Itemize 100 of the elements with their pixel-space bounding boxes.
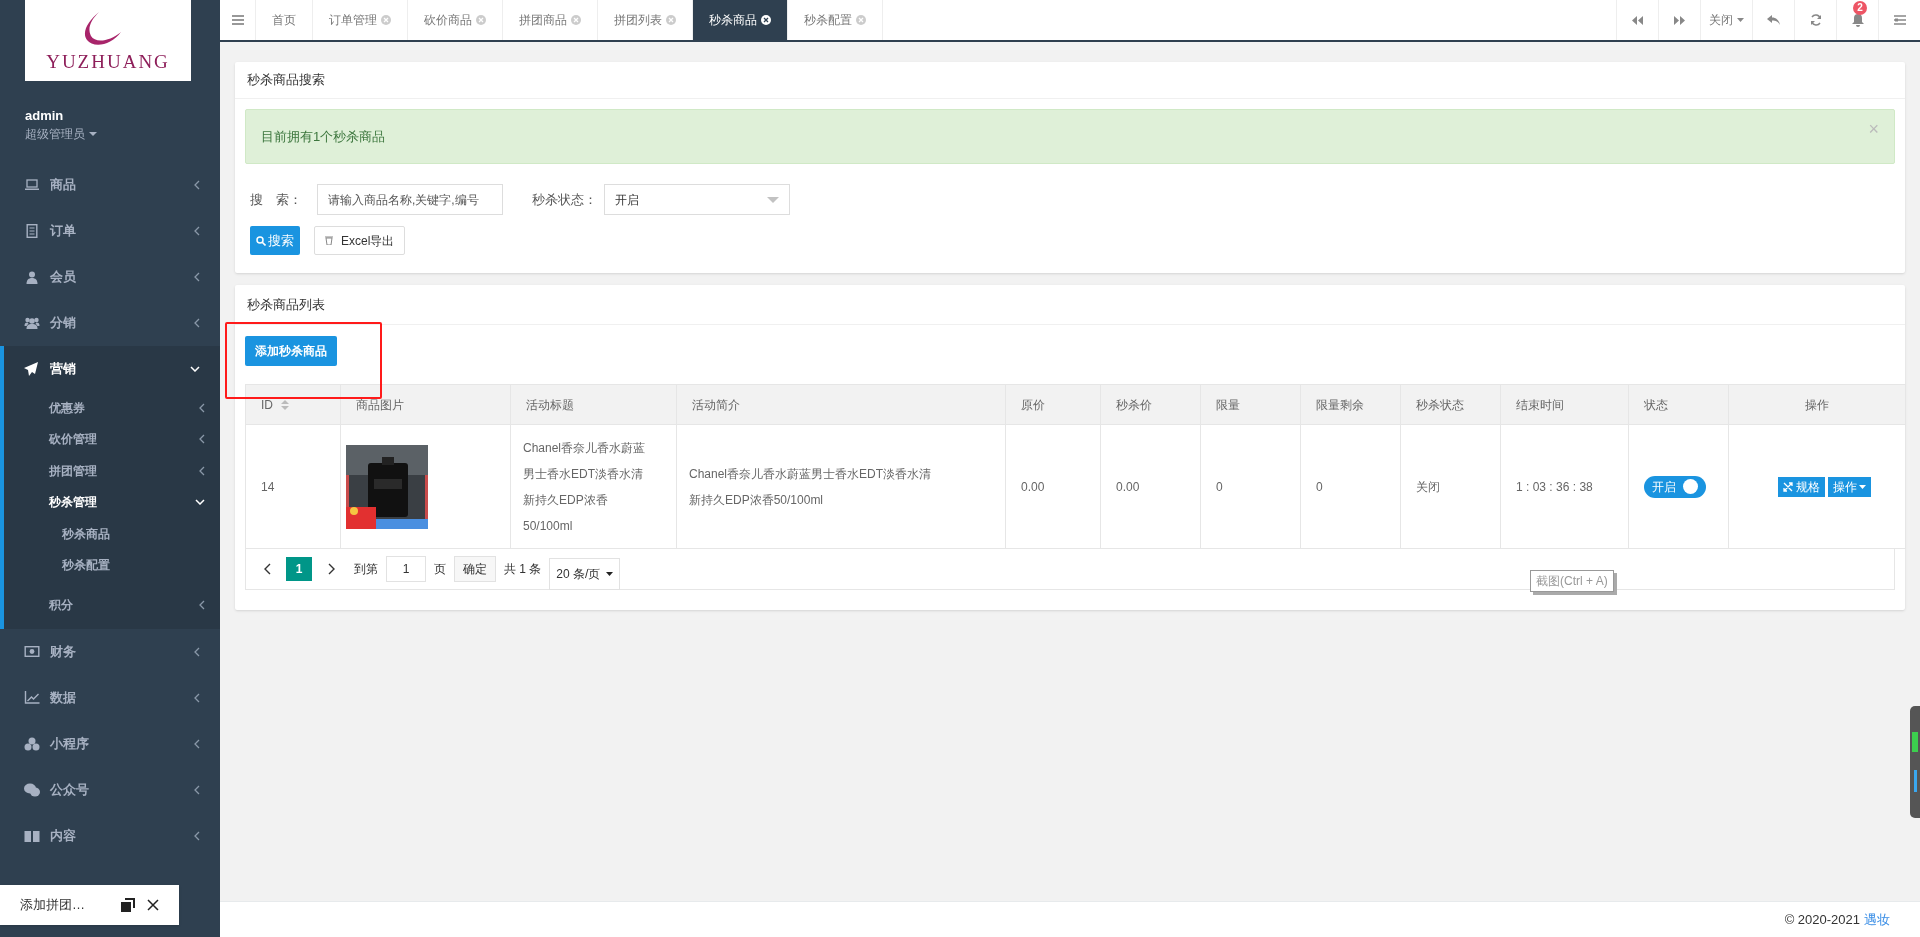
column-header: 活动简介 (676, 384, 1006, 425)
notification-button[interactable]: 2 (1836, 0, 1878, 40)
chevron-left-icon (194, 180, 200, 190)
logo-text: YUZHUANG (46, 52, 170, 71)
menu-item[interactable]: 数据 (0, 674, 220, 721)
toggle-switch[interactable]: 开启 (1644, 475, 1706, 498)
chevron-left-icon (194, 830, 200, 841)
column-header[interactable]: ID (245, 384, 341, 425)
table-cell: 关闭 (1416, 479, 1440, 494)
chevron-left-icon (199, 434, 205, 445)
page-unit: 页 (434, 561, 446, 578)
search-button[interactable]: 搜索 (250, 226, 300, 255)
role-dropdown[interactable]: 超级管理员 (25, 125, 97, 143)
shuffle-icon (1783, 481, 1793, 492)
line-chart-icon (24, 691, 40, 704)
confirm-button[interactable]: 确定 (454, 556, 496, 582)
restore-icon (121, 898, 135, 912)
search-field[interactable]: 请输入商品名称,关键字,编号 (317, 184, 503, 215)
table-cell: 14 (261, 479, 275, 494)
goto-label: 到第 (354, 561, 378, 578)
sort-icon (281, 400, 289, 411)
caret-icon (89, 132, 97, 136)
close-menu-dropdown[interactable]: 关闭 (1700, 0, 1752, 40)
submenu-item[interactable]: 秒杀管理 (4, 486, 220, 518)
refresh-icon (1809, 14, 1822, 26)
chevron-left-icon (199, 465, 205, 476)
tab[interactable]: 砍价商品 (408, 0, 503, 40)
book-icon (24, 829, 40, 842)
table-cell-text: Chanel香奈儿香水蔚蓝男士香水EDT淡香水清新持久EDP浓香50/100ml (523, 439, 647, 535)
table-cell: 0 (1216, 479, 1223, 494)
list-icon (1893, 15, 1906, 25)
footer-link[interactable]: 遇妆 (1864, 909, 1890, 930)
column-header: 商品图片 (340, 384, 511, 425)
status-select[interactable]: 开启 (604, 184, 790, 215)
chevron-left-icon (194, 318, 200, 328)
window-title: 添加拼团… (20, 896, 86, 915)
chevron-down-icon (190, 366, 200, 372)
submenu-item[interactable]: 秒杀配置 (4, 549, 220, 581)
submenu-item[interactable]: 砍价管理 (4, 423, 220, 455)
menu-item[interactable]: 内容 (0, 812, 220, 859)
chevron-left-icon (194, 226, 200, 236)
users-icon (24, 317, 40, 329)
chevron-down-icon (195, 499, 205, 506)
user-icon (24, 270, 40, 284)
caret-icon (767, 196, 779, 203)
menu-item[interactable]: 小程序 (0, 720, 220, 767)
close-icon (761, 15, 771, 25)
export-button[interactable]: Excel导出 (314, 226, 406, 255)
user-name: admin (25, 107, 64, 125)
rewind-icon (1632, 15, 1643, 25)
tab[interactable]: 首页 (256, 0, 313, 40)
tab[interactable]: 拼团商品 (503, 0, 598, 40)
panel-title: 秒杀商品列表 (247, 295, 325, 314)
spec-button[interactable]: 规格 (1778, 476, 1825, 497)
copyright-text: © 2020-2021 (1784, 910, 1860, 929)
laptop-icon (24, 179, 40, 191)
submenu-item[interactable]: 秒杀商品 (4, 518, 220, 550)
tab[interactable]: 秒杀配置 (788, 0, 883, 40)
notification-badge: 2 (1853, 1, 1867, 15)
page-input[interactable]: 1 (386, 556, 426, 582)
menu-item[interactable]: 营销 (4, 346, 220, 392)
page-button[interactable]: 1 (286, 557, 312, 581)
menu-item[interactable]: 会员 (0, 254, 220, 300)
page-size-select[interactable]: 20 条/页 (549, 558, 621, 590)
chevron-left-icon (194, 692, 200, 703)
menu-item[interactable]: 公众号 (0, 766, 220, 813)
column-header: 状态 (1628, 384, 1729, 425)
close-icon (476, 15, 486, 25)
chevron-left-icon (263, 563, 271, 575)
tab[interactable]: 订单管理 (313, 0, 408, 40)
add-button[interactable]: 添加秒杀商品 (245, 336, 337, 366)
action-dropdown[interactable]: 操作 (1828, 476, 1871, 497)
alert-message: 目前拥有1个秒杀商品 (261, 127, 386, 146)
menu-item[interactable]: 订单 (0, 208, 220, 254)
chevron-left-icon (194, 784, 200, 795)
chevron-left-icon (199, 599, 205, 610)
submenu-item[interactable]: 积分 (4, 589, 220, 621)
menu-item[interactable]: 商品 (0, 162, 220, 208)
column-header: 操作 (1728, 384, 1906, 425)
submenu-item[interactable]: 拼团管理 (4, 455, 220, 487)
table-cell: 0.00 (1116, 479, 1140, 494)
close-icon (571, 15, 581, 25)
building-icon (24, 224, 40, 238)
trash-icon (325, 236, 333, 245)
menu-icon (231, 15, 244, 25)
reply-icon (1767, 15, 1780, 25)
chevron-left-icon (194, 738, 200, 749)
submenu-item[interactable]: 优惠券 (4, 392, 220, 424)
menu-item[interactable]: 财务 (0, 628, 220, 675)
column-header: 结束时间 (1500, 384, 1629, 425)
column-header: 限量 (1200, 384, 1301, 425)
total-count: 共 1 条 (504, 561, 542, 578)
tab[interactable]: 秒杀商品 (693, 0, 788, 40)
menu-item[interactable]: 分销 (0, 300, 220, 346)
column-header: 限量剩余 (1300, 384, 1401, 425)
chevron-left-icon (194, 646, 200, 657)
column-header: 原价 (1005, 384, 1101, 425)
column-header: 秒杀状态 (1400, 384, 1501, 425)
caret-icon (606, 572, 614, 576)
chat-bubbles-icon (24, 782, 40, 797)
